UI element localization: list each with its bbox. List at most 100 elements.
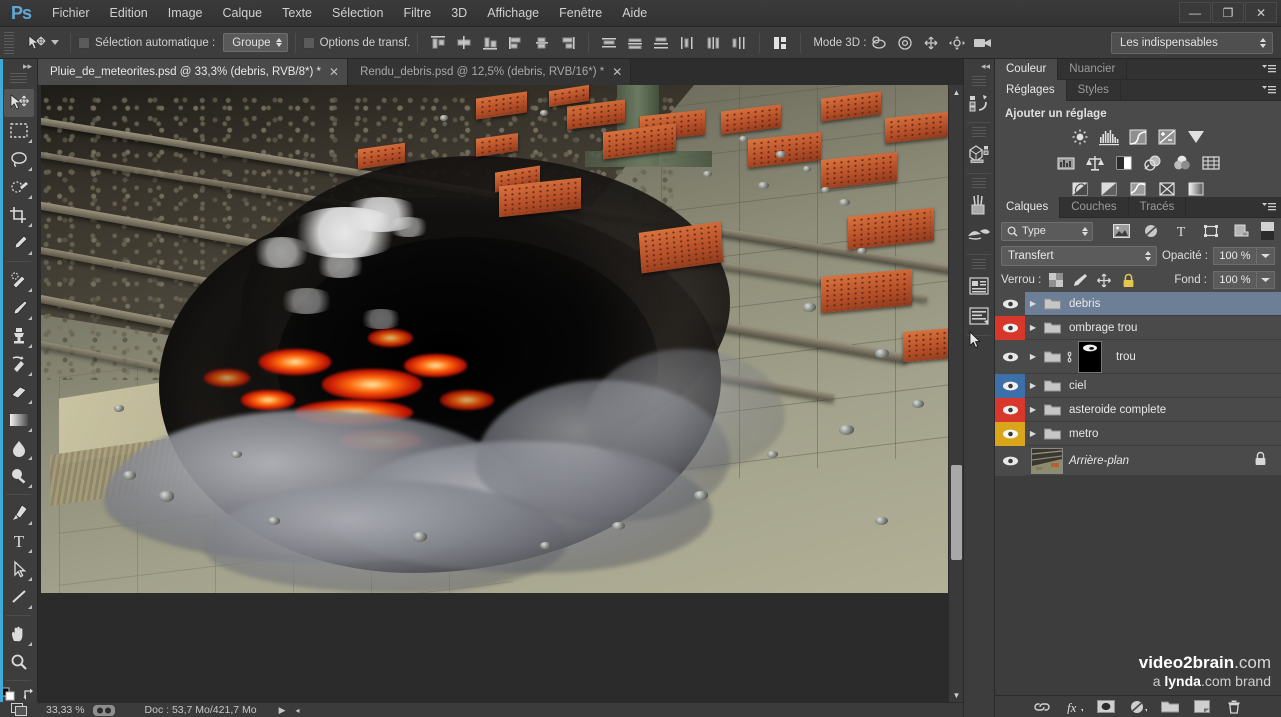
3d-pan-button[interactable] (918, 31, 944, 55)
pen-tool-button[interactable] (4, 499, 34, 527)
align-left-edges-button[interactable] (425, 31, 451, 55)
distribute-bottom-edges-button[interactable] (648, 31, 674, 55)
rail-collapse-button[interactable]: ◂◂ (964, 59, 994, 74)
menu-selection[interactable]: Sélection (322, 0, 393, 27)
menu-fichier[interactable]: Fichier (42, 0, 100, 27)
align-vertical-centers-button[interactable] (529, 31, 555, 55)
opacity-stepper-icon[interactable] (1257, 247, 1275, 265)
zoom-level-field[interactable]: 33,33 % (46, 704, 85, 716)
color-balance-icon[interactable] (1084, 153, 1106, 173)
add-layer-mask-icon[interactable] (1097, 698, 1115, 716)
transform-options-checkbox[interactable] (302, 36, 315, 49)
brush-tool-button[interactable] (4, 294, 34, 322)
rectangular-marquee-tool-button[interactable] (4, 117, 34, 145)
rail-grip-2[interactable] (972, 127, 986, 137)
tool-preset-chevron-icon[interactable] (51, 40, 59, 45)
3d-panel-icon[interactable] (965, 139, 993, 169)
layer-visibility-toggle[interactable] (995, 421, 1025, 446)
align-right-edges-button[interactable] (477, 31, 503, 55)
workspace-dropdown[interactable]: Les indispensables (1111, 32, 1273, 54)
lasso-tool-button[interactable] (4, 145, 34, 173)
distribute-right-edges-button[interactable] (726, 31, 752, 55)
lock-transparent-pixels-icon[interactable] (1047, 271, 1065, 289)
close-icon[interactable]: ✕ (329, 65, 339, 79)
screen-mode-button[interactable] (0, 702, 38, 717)
layer-name[interactable]: debris (1069, 298, 1100, 310)
link-layers-icon[interactable] (1033, 698, 1051, 716)
status-left-arrow-icon[interactable]: ◂ (296, 706, 300, 715)
menu-image[interactable]: Image (158, 0, 213, 27)
quick-selection-tool-button[interactable] (4, 173, 34, 201)
filter-toggle-icon[interactable] (1259, 221, 1275, 241)
align-top-edges-button[interactable] (503, 31, 529, 55)
expand-group-arrow-icon[interactable]: ▶ (1025, 381, 1041, 390)
tool-preset-picker[interactable] (20, 32, 63, 54)
layer-style-fx-icon[interactable]: fx (1065, 698, 1083, 716)
canvas-vertical-scrollbar[interactable]: ▲ ▼ (948, 85, 963, 702)
filter-type-icon[interactable]: T (1169, 221, 1193, 241)
3d-orbit-button[interactable] (866, 31, 892, 55)
vertical-scroll-thumb[interactable] (951, 465, 962, 560)
layer-name[interactable]: metro (1069, 428, 1098, 440)
layer-visibility-toggle[interactable] (995, 339, 1025, 374)
layer-visibility-toggle[interactable] (995, 373, 1025, 398)
filter-smartobject-icon[interactable] (1229, 221, 1253, 241)
expand-group-arrow-icon[interactable]: ▶ (1025, 323, 1041, 332)
distribute-vertical-centers-button[interactable] (622, 31, 648, 55)
panel-menu-icon[interactable] (1262, 63, 1276, 75)
3d-camera-button[interactable] (970, 31, 996, 55)
tab-calques[interactable]: Calques (995, 196, 1061, 218)
new-group-icon[interactable] (1161, 698, 1179, 716)
spot-healing-brush-tool-button[interactable] (4, 266, 34, 294)
dodge-tool-button[interactable] (4, 462, 34, 490)
levels-icon[interactable] (1098, 127, 1120, 147)
lock-image-pixels-icon[interactable] (1071, 271, 1089, 289)
rail-grip-1[interactable] (972, 76, 986, 86)
move-tool-button[interactable] (3, 89, 34, 117)
layer-mask-thumbnail[interactable] (1078, 340, 1102, 373)
table-row[interactable]: Arrière-plan (995, 445, 1281, 476)
restore-button[interactable]: ❐ (1212, 2, 1244, 23)
auto-select-checkbox[interactable] (78, 36, 90, 49)
exposure-icon[interactable] (1156, 127, 1178, 147)
filter-pixel-icon[interactable] (1109, 221, 1133, 241)
swap-colors-icon[interactable] (22, 687, 37, 701)
expand-group-arrow-icon[interactable]: ▶ (1025, 299, 1041, 308)
canvas-area[interactable]: ▲ ▼ (38, 85, 963, 702)
path-selection-tool-button[interactable] (4, 555, 34, 583)
tab-nuancier[interactable]: Nuancier (1058, 58, 1128, 80)
opacity-input[interactable]: 100 % (1213, 247, 1257, 265)
gradient-tool-button[interactable] (4, 406, 34, 434)
zoom-tool-button[interactable] (4, 648, 34, 676)
align-bottom-edges-button[interactable] (555, 31, 581, 55)
expand-group-arrow-icon[interactable]: ▶ (1025, 429, 1041, 438)
brightness-contrast-icon[interactable] (1069, 127, 1091, 147)
color-lookup-icon[interactable] (1200, 153, 1222, 173)
channel-mixer-icon[interactable] (1171, 153, 1193, 173)
tab-couleur[interactable]: Couleur (995, 58, 1059, 80)
tab-reglages[interactable]: Réglages (995, 79, 1067, 101)
layer-visibility-toggle[interactable] (995, 445, 1025, 476)
align-distribute-panel-button[interactable] (767, 31, 793, 55)
new-adjustment-layer-icon[interactable] (1129, 698, 1147, 716)
menu-calque[interactable]: Calque (213, 0, 273, 27)
table-row[interactable]: ▶ debris (995, 291, 1281, 316)
gradient-map-icon[interactable] (1185, 179, 1207, 199)
paragraph-panel-icon[interactable] (965, 271, 993, 301)
expand-group-arrow-icon[interactable]: ▶ (1025, 405, 1041, 414)
brushes-panel-icon[interactable] (965, 190, 993, 220)
lock-position-icon[interactable] (1095, 271, 1113, 289)
table-row[interactable]: ▶ asteroide complete (995, 397, 1281, 422)
scroll-up-arrow-icon[interactable]: ▲ (949, 85, 963, 99)
menu-3d[interactable]: 3D (441, 0, 477, 27)
eyedropper-tool-button[interactable] (4, 229, 34, 257)
character-panel-icon[interactable] (965, 301, 993, 331)
rail-grip-3[interactable] (972, 178, 986, 188)
menu-filtre[interactable]: Filtre (393, 0, 441, 27)
blend-mode-dropdown[interactable]: Transfert (1001, 246, 1157, 266)
align-horizontal-centers-button[interactable] (451, 31, 477, 55)
layer-visibility-toggle[interactable] (995, 291, 1025, 316)
tab-couches[interactable]: Couches (1060, 196, 1129, 218)
tab-traces[interactable]: Tracés (1129, 196, 1187, 218)
3d-roll-button[interactable] (892, 31, 918, 55)
